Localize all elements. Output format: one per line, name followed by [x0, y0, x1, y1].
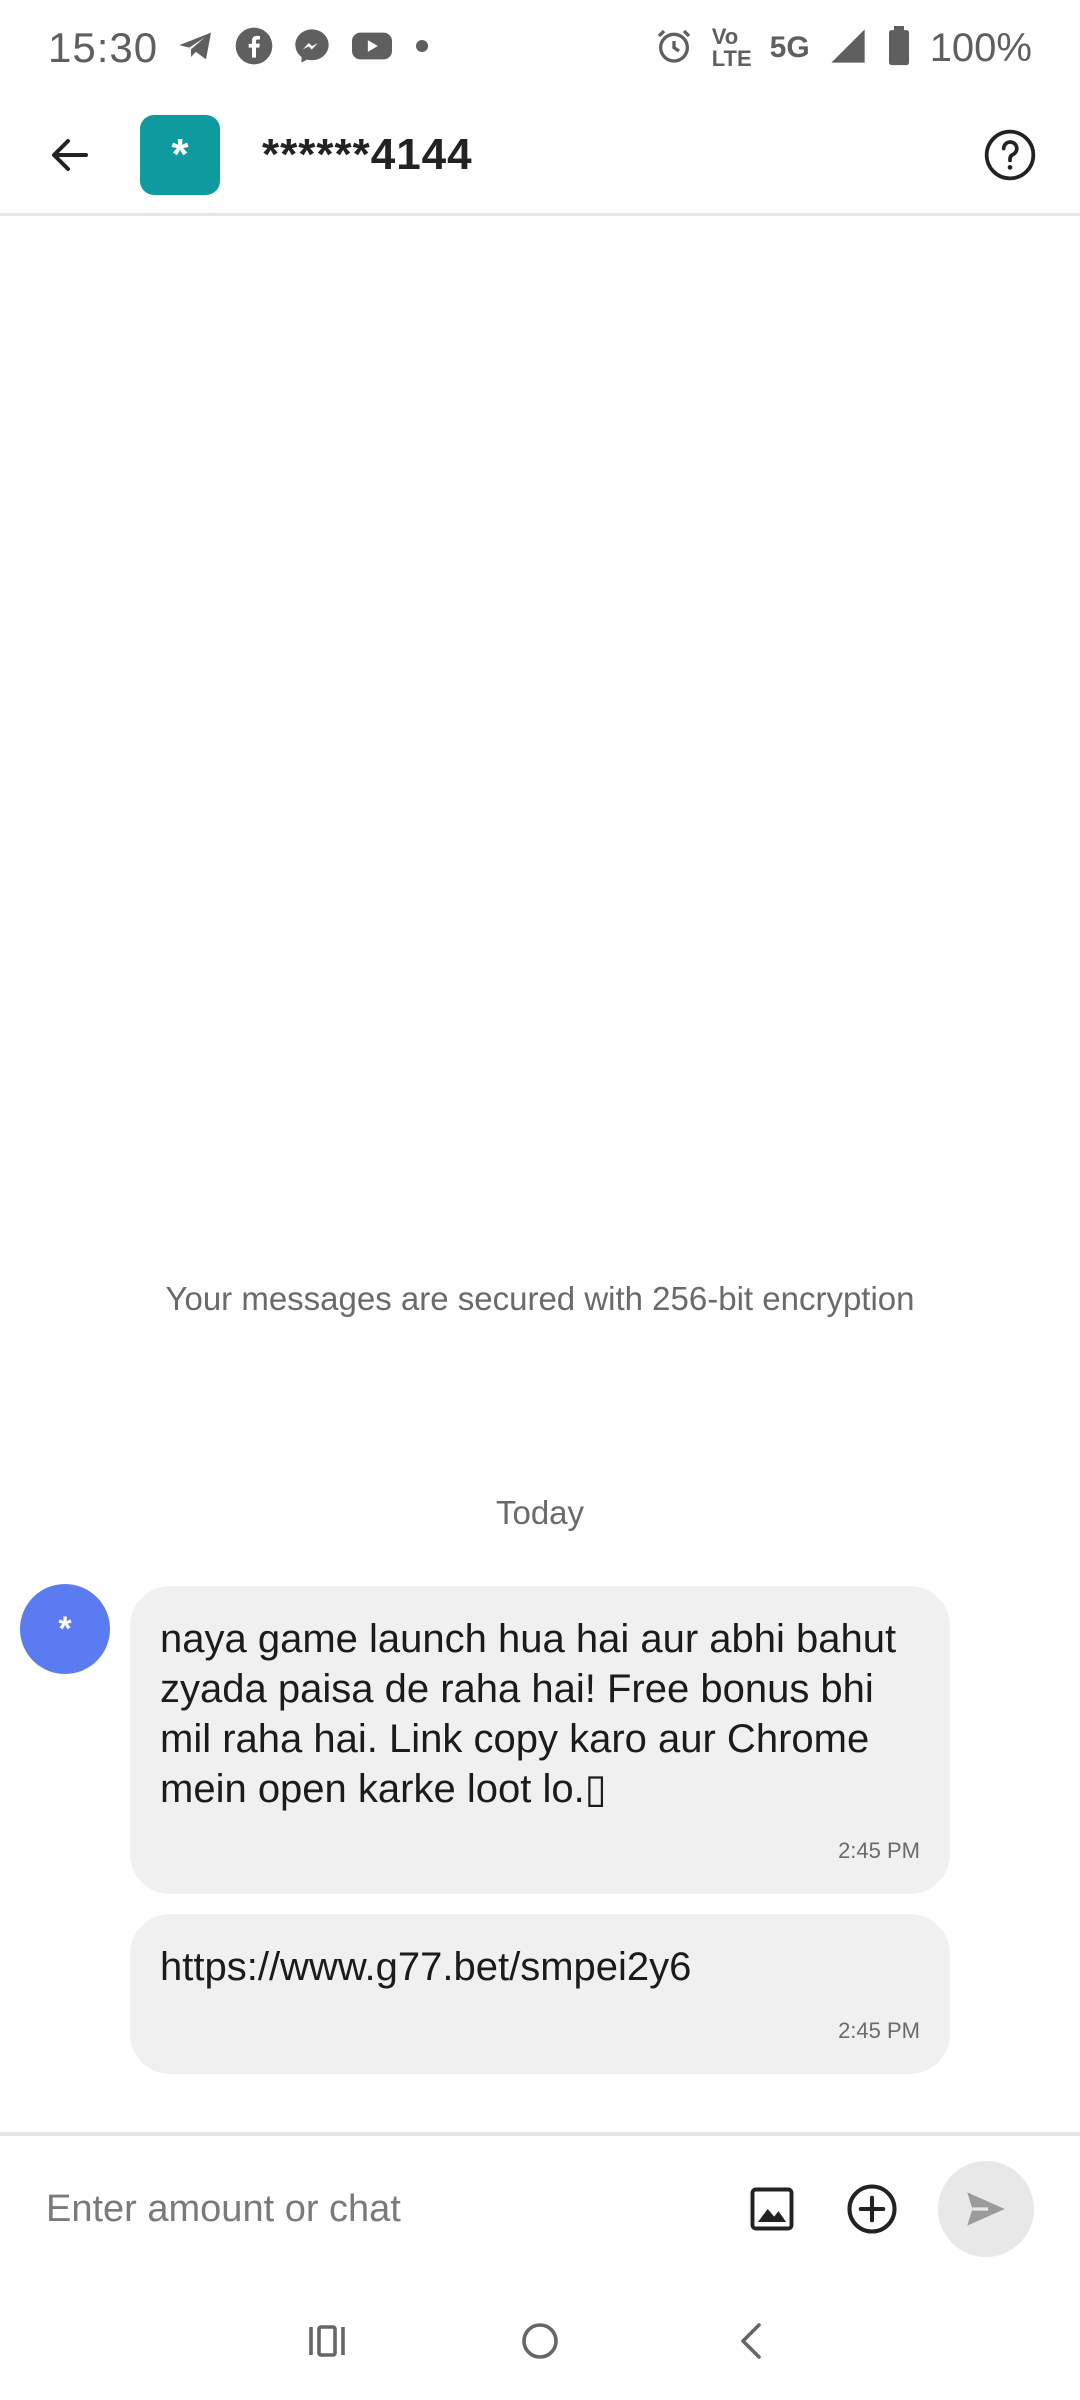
status-right: Vo LTE 5G 100%: [654, 25, 1032, 71]
image-button[interactable]: [742, 2179, 802, 2239]
home-button[interactable]: [500, 2301, 580, 2381]
signal-icon: [828, 26, 868, 71]
network-bottom-label: LTE: [711, 46, 752, 71]
plus-circle-icon: [847, 2184, 897, 2234]
arrow-left-icon: [52, 138, 88, 171]
battery-icon: [886, 25, 912, 71]
signal-label: 5G: [769, 31, 810, 64]
message-text: naya game launch hua hai aur abhi bahut …: [160, 1617, 897, 1811]
message-bubble[interactable]: naya game launch hua hai aur abhi bahut …: [130, 1586, 950, 1894]
alarm-icon: [654, 26, 694, 71]
back-button[interactable]: [40, 125, 100, 185]
composer: [0, 2132, 1080, 2282]
system-nav-bar: [0, 2282, 1080, 2400]
image-icon: [750, 2187, 794, 2231]
help-icon: [984, 129, 1036, 180]
recents-icon: [308, 2325, 345, 2357]
chat-input[interactable]: [46, 2187, 702, 2231]
encryption-note: Your messages are secured with 256-bit e…: [165, 1280, 915, 1317]
recents-button[interactable]: [287, 2301, 367, 2381]
day-label: Today: [495, 1494, 585, 1531]
send-icon: [967, 2192, 1005, 2226]
send-button[interactable]: [938, 2161, 1034, 2257]
chevron-left-icon: [741, 2323, 762, 2359]
message-bubble[interactable]: https://www.g77.bet/smpei2y6 2:45 PM: [130, 1914, 950, 2074]
message-link[interactable]: https://www.g77.bet/smpei2y6: [160, 1942, 920, 1992]
status-time: 15:30: [48, 24, 159, 71]
facebook-icon: [234, 26, 274, 71]
dot-icon: [412, 36, 432, 61]
help-button[interactable]: [980, 125, 1040, 185]
telegram-icon: [176, 26, 216, 71]
app-root: 15:30 Vo LTE 5G 100% * ******4144 Your m…: [0, 0, 1080, 2400]
messenger-icon: [292, 26, 332, 71]
status-bar: 15:30 Vo LTE 5G 100%: [0, 0, 1080, 96]
nav-back-button[interactable]: [713, 2301, 793, 2381]
contact-avatar[interactable]: *: [140, 114, 220, 195]
status-left: 15:30: [48, 24, 432, 72]
battery-percent: 100%: [929, 25, 1032, 70]
volte-icon: Vo LTE: [712, 26, 752, 70]
youtube-icon: [350, 26, 394, 71]
home-icon: [522, 2323, 558, 2359]
5g-icon: 5G: [770, 33, 810, 63]
contact-name[interactable]: ******4144: [262, 130, 473, 180]
chat-header: * ******4144: [0, 96, 1080, 216]
add-button[interactable]: [842, 2179, 902, 2239]
message-time: 2:45 PM: [838, 1838, 920, 1863]
sender-avatar[interactable]: *: [20, 1584, 110, 1674]
message-time: 2:45 PM: [838, 2018, 920, 2043]
